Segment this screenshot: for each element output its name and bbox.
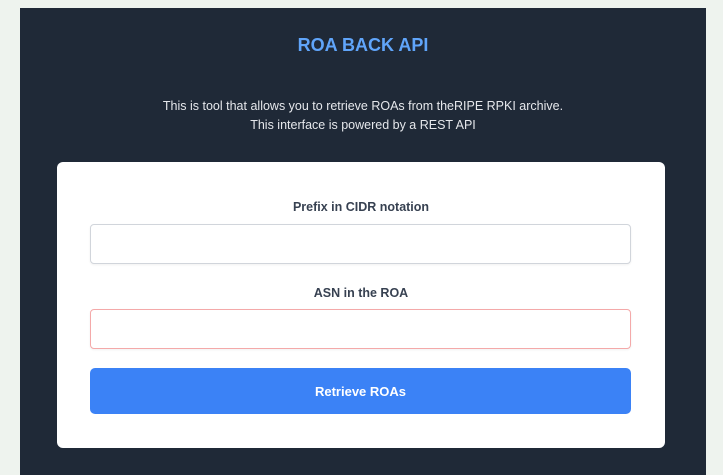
main-panel: ROA BACK API This is tool that allows yo…: [20, 8, 706, 475]
description-line-2: This interface is powered by a REST API: [250, 118, 476, 132]
asn-input[interactable]: [90, 309, 631, 349]
roa-query-form: Prefix in CIDR notation ASN in the ROA R…: [57, 162, 665, 448]
retrieve-roas-button[interactable]: Retrieve ROAs: [90, 368, 631, 414]
page-title: ROA BACK API: [297, 35, 429, 55]
description-line-1: This is tool that allows you to retrieve…: [162, 99, 564, 113]
prefix-label: Prefix in CIDR notation: [292, 200, 430, 214]
prefix-input[interactable]: [90, 224, 631, 264]
page-description: This is tool that allows you to retrieve…: [20, 97, 706, 135]
asn-label: ASN in the ROA: [313, 286, 409, 300]
